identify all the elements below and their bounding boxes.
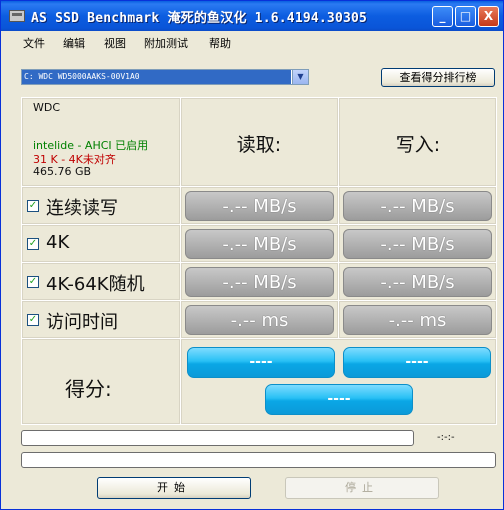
app-icon — [9, 10, 25, 22]
total-score: ---- — [265, 384, 413, 415]
seq-checkbox[interactable]: ✓ — [27, 200, 39, 212]
4k64-read-result: -.-- MB/s — [185, 267, 334, 297]
start-button[interactable]: 开始 — [97, 477, 251, 499]
title-bar[interactable]: AS SSD Benchmark 淹死的鱼汉化 1.6.4194.30305 _… — [1, 1, 503, 31]
access-read-result: -.-- ms — [185, 305, 334, 335]
4k64-write-result: -.-- MB/s — [343, 267, 492, 297]
stop-button[interactable]: 停止 — [285, 477, 439, 499]
menu-view[interactable]: 视图 — [104, 35, 126, 51]
close-button[interactable]: X — [478, 6, 499, 27]
seq-read-result: -.-- MB/s — [185, 191, 334, 221]
4k-label: 4K — [46, 232, 70, 253]
score-label: 得分: — [65, 377, 112, 401]
drive-size: 465.76 GB — [33, 165, 92, 178]
window-title: AS SSD Benchmark 淹死的鱼汉化 1.6.4194.30305 — [31, 11, 368, 26]
menu-edit[interactable]: 编辑 — [63, 35, 85, 51]
app-window: AS SSD Benchmark 淹死的鱼汉化 1.6.4194.30305 _… — [0, 0, 504, 510]
access-time-label: 访问时间 — [46, 312, 118, 333]
4k64-checkbox[interactable]: ✓ — [27, 276, 39, 288]
maximize-button[interactable]: □ — [455, 6, 476, 27]
4k64-label: 4K-64K随机 — [46, 274, 145, 295]
4k-checkbox[interactable]: ✓ — [27, 238, 39, 250]
seq-write-result: -.-- MB/s — [343, 191, 492, 221]
read-score: ---- — [187, 347, 335, 378]
access-time-checkbox[interactable]: ✓ — [27, 314, 39, 326]
drive-name: WDC — [33, 101, 61, 114]
write-column-header: 写入: — [395, 134, 441, 156]
menu-help[interactable]: 帮助 — [209, 35, 231, 51]
access-write-result: -.-- ms — [343, 305, 492, 335]
write-score: ---- — [343, 347, 491, 378]
progress-bar-test — [21, 430, 414, 446]
drive-select[interactable]: C: WDC WD5000AAKS-00V1A0 ▼ — [21, 69, 309, 85]
elapsed-time: -:-:- — [437, 432, 455, 443]
menu-file[interactable]: 文件 — [23, 35, 45, 51]
view-ranking-button[interactable]: 查看得分排行榜 — [381, 68, 495, 87]
menu-extra-tests[interactable]: 附加测试 — [144, 35, 188, 51]
4k-read-result: -.-- MB/s — [185, 229, 334, 259]
minimize-button[interactable]: _ — [432, 6, 453, 27]
read-column-header: 读取: — [236, 134, 282, 156]
chevron-down-icon[interactable]: ▼ — [292, 70, 308, 84]
seq-label: 连续读写 — [46, 198, 118, 219]
4k-write-result: -.-- MB/s — [343, 229, 492, 259]
progress-bar-total — [21, 452, 496, 468]
menu-bar: 文件 编辑 视图 附加测试 帮助 — [1, 31, 503, 55]
drive-select-value: C: WDC WD5000AAKS-00V1A0 — [22, 70, 291, 84]
